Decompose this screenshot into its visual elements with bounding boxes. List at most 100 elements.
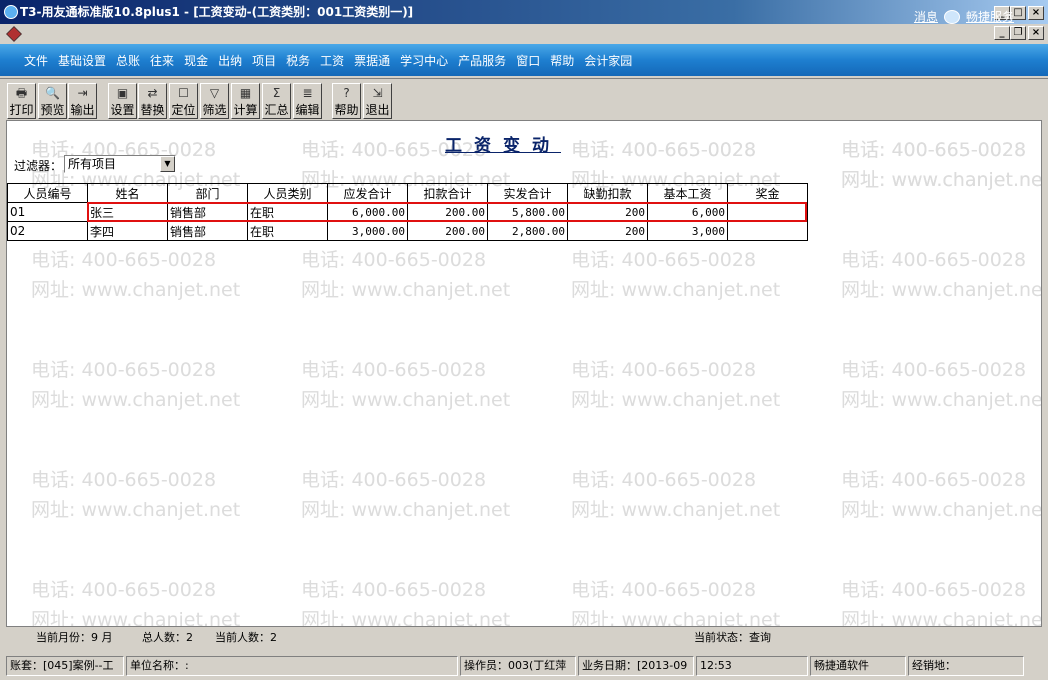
menu-item[interactable]: 工资 [320,52,344,69]
toolbar-button-6[interactable]: ▽ 筛选 [200,83,229,119]
preview-icon: 🔍 [45,86,60,100]
watermark-url: 网址: www.chanjet.net [571,609,781,627]
toolbar-label: 替换 [140,103,165,117]
watermark-url: 网址: www.chanjet.net [571,499,781,521]
current-month: 当前月份：9 月 [36,631,113,644]
page-title: 工资变动 [445,136,561,156]
watermark-url: 网址: www.chanjet.net [841,169,1042,191]
table-cell[interactable]: 02 [7,221,88,241]
document-icon[interactable] [6,26,22,42]
watermark-url: 网址: www.chanjet.net [841,279,1042,301]
chat-bubble-icon [943,9,960,24]
menu-item[interactable]: 出纳 [218,52,242,69]
column-header[interactable]: 人员编号 [7,183,88,203]
status-segment: 操作员：003(丁红萍 [460,656,576,676]
filter-icon: ▽ [209,86,220,100]
table-cell[interactable]: 2,800.00 [487,221,568,241]
toolbar-button-2[interactable]: ⇥ 输出 [68,83,97,119]
exit-icon: ⇲ [372,86,383,100]
table-cell[interactable]: 3,000 [647,221,728,241]
menu-item[interactable]: 窗口 [516,52,540,69]
service-link[interactable]: 畅捷服务 [966,8,1014,25]
toolbar-button-5[interactable]: ☐ 定位 [169,83,198,119]
watermark-phone: 电话: 400-665-0028 [31,359,217,381]
current-status: 当前状态：查询 [694,631,771,644]
menu-item[interactable]: 现金 [184,52,208,69]
table-cell[interactable]: 销售部 [167,221,248,241]
column-header[interactable]: 部门 [167,183,248,203]
table-cell[interactable]: 200 [567,221,648,241]
column-header[interactable]: 缺勤扣款 [567,183,648,203]
watermark-url: 网址: www.chanjet.net [301,389,511,411]
filter-select[interactable]: 所有项目 ▼ [64,155,176,173]
table-cell[interactable]: 在职 [247,221,328,241]
toolbar-button-7[interactable]: ▦ 计算 [231,83,260,119]
filter-value: 所有项目 [68,157,117,171]
sum-icon: Σ [272,86,281,100]
status-segment: 12:53 [696,656,808,676]
watermark-phone: 电话: 400-665-0028 [841,579,1027,601]
messages-link[interactable]: 消息 [914,8,938,25]
column-header[interactable]: 姓名 [87,183,168,203]
toolbar-button-10[interactable]: ? 帮助 [332,83,361,119]
close-button[interactable]: × [1028,6,1044,20]
printer-icon: 🖶 [15,86,28,100]
column-header[interactable]: 应发合计 [327,183,408,203]
locate-icon: ☐ [178,86,189,100]
menu-item[interactable]: 税务 [286,52,310,69]
menu-item[interactable]: 会计家园 [584,52,632,69]
toolbar-label: 编辑 [295,103,320,117]
watermark-url: 网址: www.chanjet.net [301,609,511,627]
menu-item[interactable]: 总账 [116,52,140,69]
table-cell[interactable]: 3,000.00 [327,221,408,241]
child-minimize-button[interactable]: _ [994,26,1010,40]
child-restore-button[interactable]: ❐ [1010,26,1026,40]
toolbar-button-8[interactable]: Σ 汇总 [262,83,291,119]
column-header[interactable]: 实发合计 [487,183,568,203]
menu-item[interactable]: 产品服务 [458,52,506,69]
menu-item[interactable]: 基础设置 [58,52,106,69]
table-cell[interactable]: 01 [7,202,88,222]
column-header[interactable]: 奖金 [727,183,808,203]
table-cell[interactable] [727,221,808,241]
watermark-url: 网址: www.chanjet.net [301,279,511,301]
watermark-phone: 电话: 400-665-0028 [31,579,217,601]
toolbar-button-1[interactable]: 🔍 预览 [38,83,67,119]
menu-item[interactable]: 学习中心 [400,52,448,69]
toolbar-button-3[interactable]: ▣ 设置 [108,83,137,119]
watermark-phone: 电话: 400-665-0028 [301,359,487,381]
menu-item[interactable]: 项目 [252,52,276,69]
column-header[interactable]: 扣款合计 [407,183,488,203]
toolbar-label: 预览 [40,103,65,117]
watermark-phone: 电话: 400-665-0028 [31,469,217,491]
toolbar-button-9[interactable]: ≣ 编辑 [293,83,322,119]
content-area: 电话: 400-665-0028 网址: www.chanjet.net 电话: 4… [6,120,1042,627]
edit-icon: ≣ [302,86,313,100]
status-segment: 畅捷通软件 [810,656,906,676]
table-cell[interactable]: 李四 [87,221,168,241]
window-title: T3-用友通标准版10.8plus1 - [工资变动-(工资类别：001工资类别… [20,5,414,19]
menu-item[interactable]: 帮助 [550,52,574,69]
watermark-url: 网址: www.chanjet.net [571,389,781,411]
table-row[interactable]: 02 李四 销售部 在职 3,000.00 200.00 2,800.00 200 3,000 [7,221,808,241]
column-header[interactable]: 人员类别 [247,183,328,203]
menu-item[interactable]: 文件 [24,52,48,69]
title-bar: T3-用友通标准版10.8plus1 - [工资变动-(工资类别：001工资类别… [0,0,1048,24]
toolbar-label: 定位 [171,103,196,117]
toolbar-label: 设置 [110,103,135,117]
toolbar-button-0[interactable]: 🖶 打印 [7,83,36,119]
toolbar-label: 输出 [70,103,95,117]
menu-item[interactable]: 往来 [150,52,174,69]
row-highlight [87,202,807,222]
toolbar-button-11[interactable]: ⇲ 退出 [363,83,392,119]
column-header[interactable]: 基本工资 [647,183,728,203]
menu-item[interactable]: 票据通 [354,52,390,69]
watermark-url: 网址: www.chanjet.net [841,389,1042,411]
table-cell[interactable]: 200.00 [407,221,488,241]
toolbar-button-4[interactable]: ⇄ 替换 [138,83,167,119]
chevron-down-icon[interactable]: ▼ [160,156,175,172]
toolbar-label: 帮助 [334,103,359,117]
watermark-phone: 电话: 400-665-0028 [301,469,487,491]
child-close-button[interactable]: × [1028,26,1044,40]
export-icon: ⇥ [77,86,88,100]
